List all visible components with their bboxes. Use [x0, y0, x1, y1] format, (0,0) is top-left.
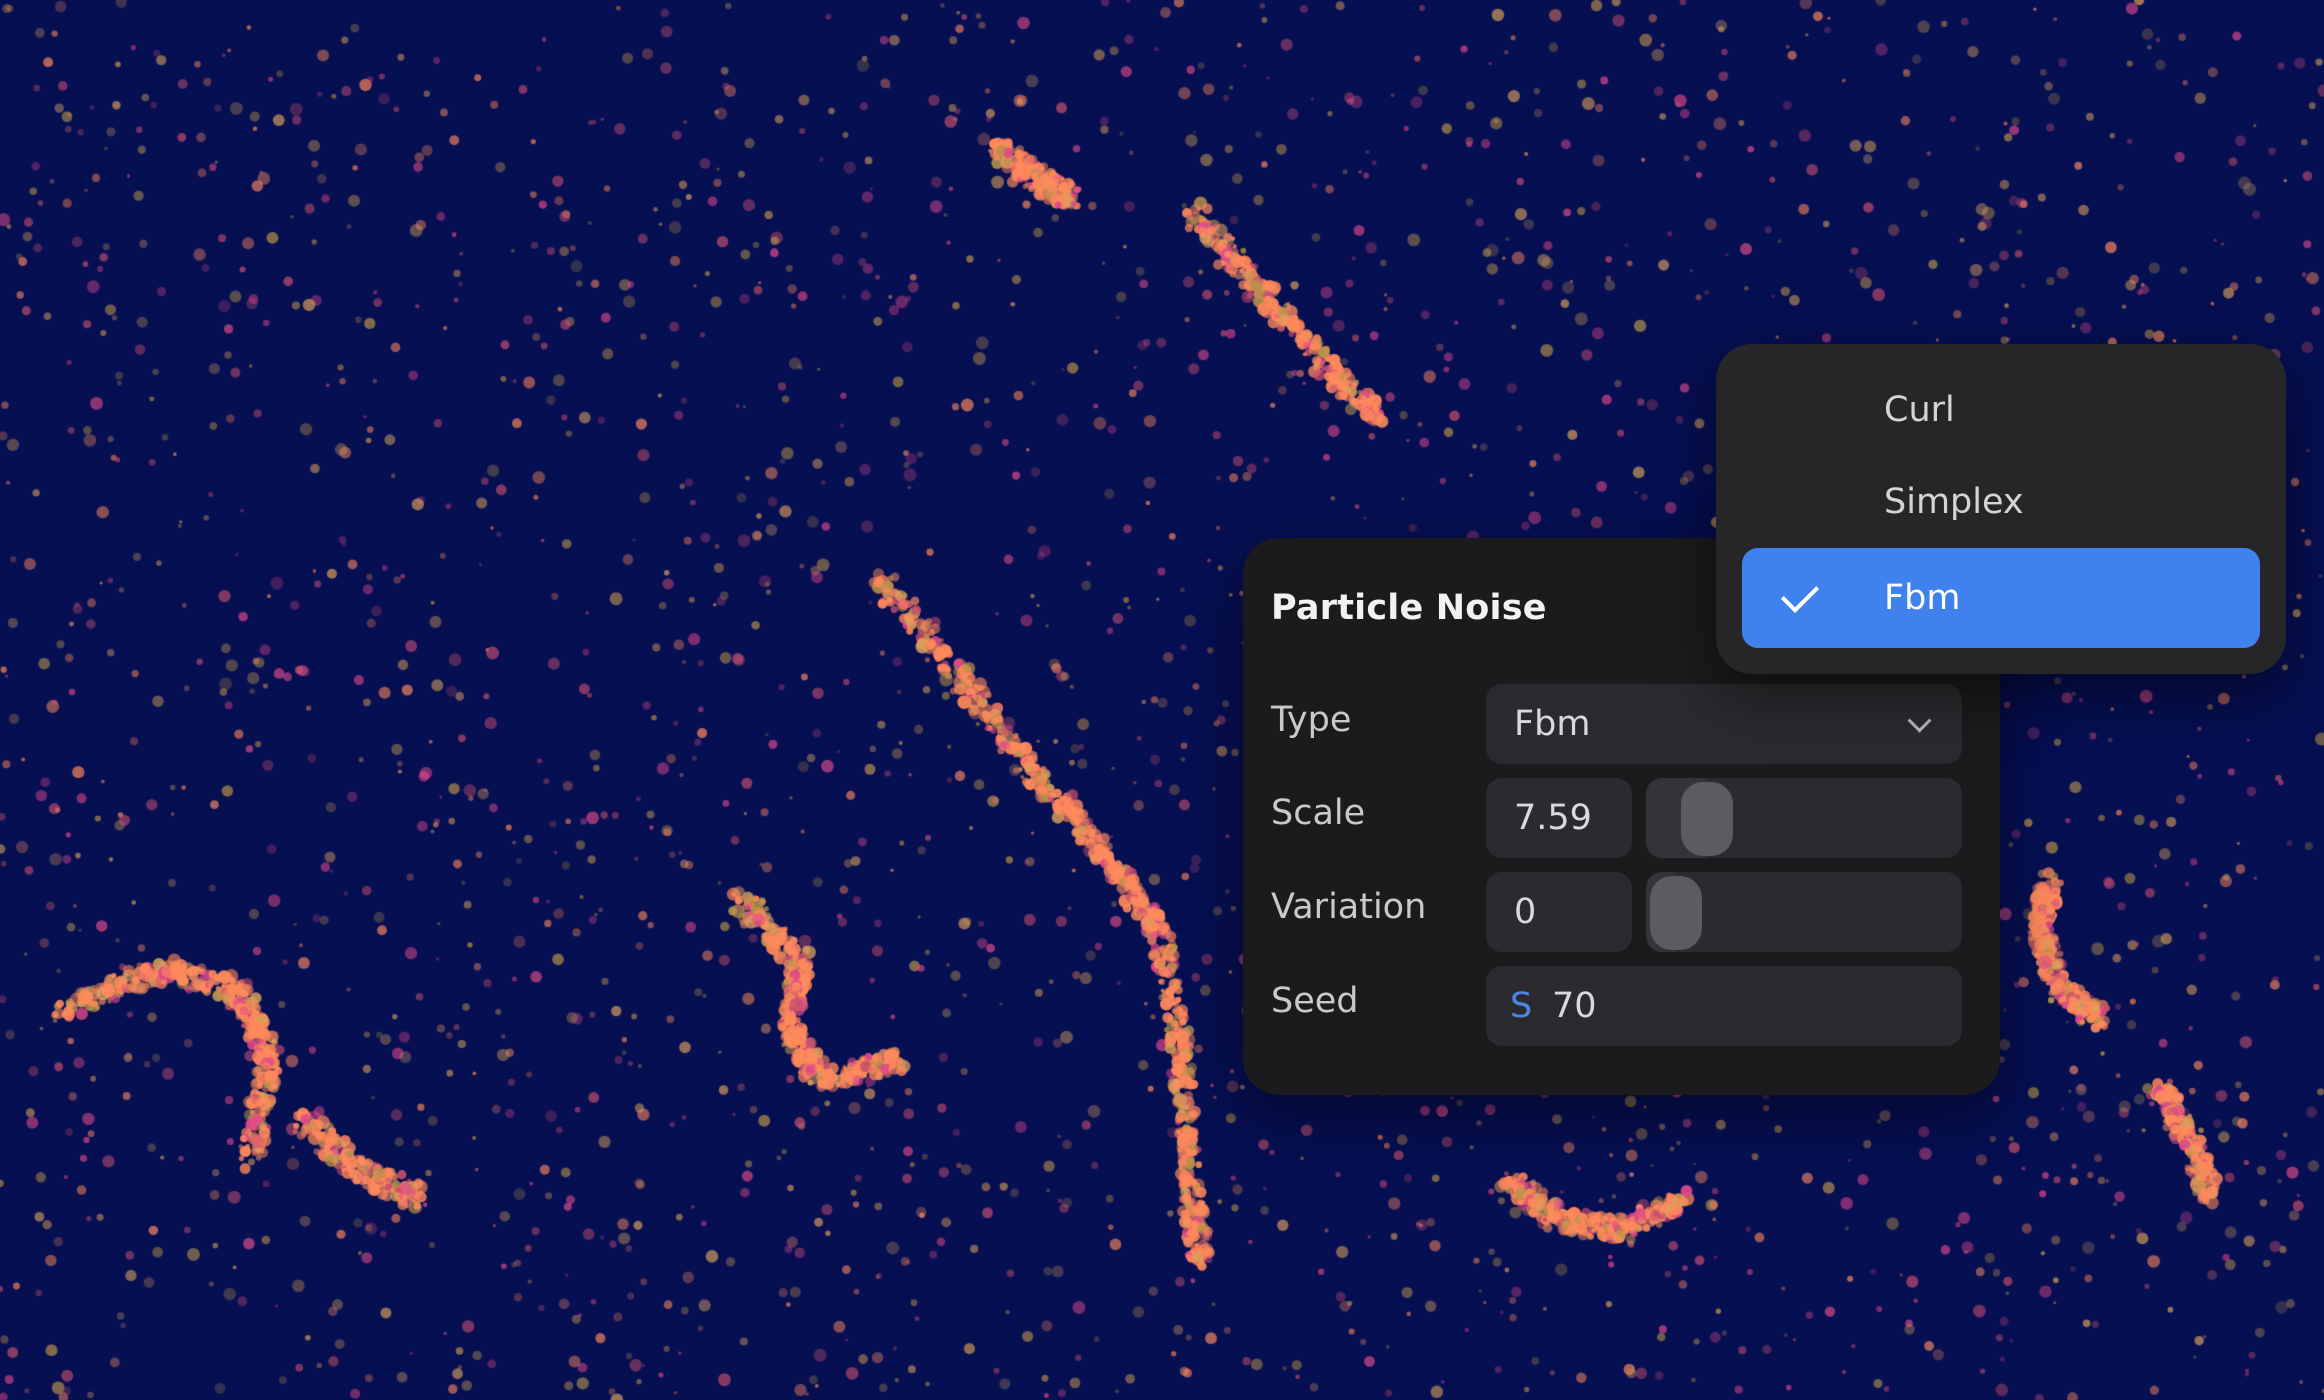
menu-option-label: Curl: [1884, 390, 1955, 430]
scale-label: Scale: [1271, 793, 1366, 833]
variation-input-value: 0: [1514, 892, 1537, 932]
variation-input[interactable]: 0: [1486, 872, 1632, 952]
scale-slider[interactable]: [1646, 778, 1962, 858]
variation-label: Variation: [1271, 887, 1427, 927]
panel-title: Particle Noise: [1271, 588, 1547, 628]
menu-option-fbm[interactable]: Fbm: [1742, 548, 2260, 648]
type-select-value: Fbm: [1514, 704, 1591, 744]
seed-label: Seed: [1271, 981, 1359, 1021]
variation-slider-thumb[interactable]: [1650, 876, 1702, 950]
variation-slider[interactable]: [1646, 872, 1962, 952]
menu-option-label: Simplex: [1884, 482, 2024, 522]
type-label: Type: [1271, 700, 1352, 740]
seed-input[interactable]: S 70: [1486, 966, 1962, 1046]
scale-input-value: 7.59: [1514, 798, 1592, 838]
menu-option-curl[interactable]: Curl: [1742, 360, 2260, 460]
scale-input[interactable]: 7.59: [1486, 778, 1632, 858]
chevron-down-icon: [1907, 708, 1932, 733]
scale-slider-thumb[interactable]: [1680, 782, 1733, 856]
checkmark-icon: [1780, 574, 1820, 614]
type-dropdown-menu: Curl Simplex Fbm: [1716, 344, 2286, 674]
seed-input-value: 70: [1552, 986, 1597, 1026]
menu-option-simplex[interactable]: Simplex: [1742, 452, 2260, 552]
menu-option-label: Fbm: [1884, 578, 1961, 618]
type-select[interactable]: Fbm: [1486, 684, 1962, 764]
seed-prefix: S: [1510, 986, 1533, 1026]
